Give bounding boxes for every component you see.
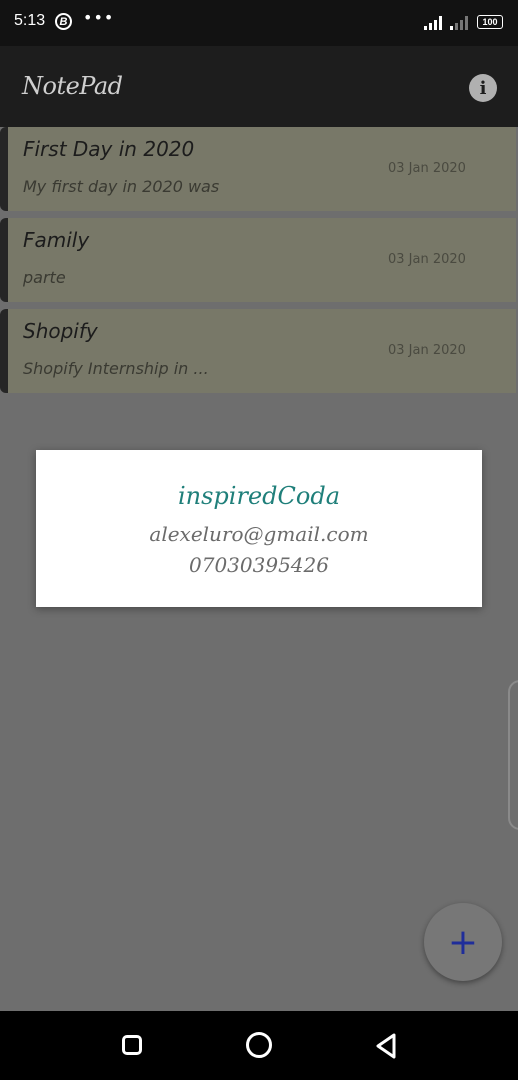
status-bar: 5:13 B ••• 100 [0,0,518,46]
app-bar: NotePad i [0,46,518,127]
note-card[interactable]: Family parte 03 Jan 2020 [0,218,516,302]
note-date: 03 Jan 2020 [388,161,466,176]
note-date: 03 Jan 2020 [388,252,466,267]
note-preview: My first day in 2020 was [23,177,220,196]
note-card[interactable]: Shopify Shopify Internship in ... 03 Jan… [0,309,516,393]
developer-email[interactable]: alexeluro@gmail.com [36,522,482,546]
more-notifications-icon: ••• [83,8,115,27]
signal-secondary-icon [450,16,470,30]
note-card[interactable]: First Day in 2020 My first day in 2020 w… [0,127,516,211]
add-note-button[interactable]: + [424,903,502,981]
note-date: 03 Jan 2020 [388,343,466,358]
back-icon[interactable] [374,1033,398,1059]
note-title: Shopify [23,319,98,343]
note-title: Family [23,228,90,252]
status-time: 5:13 [14,12,46,29]
home-icon[interactable] [246,1032,272,1058]
navigation-bar [0,1011,518,1080]
plus-icon: + [447,921,479,963]
b-badge-icon: B [55,13,72,30]
developer-name: inspiredCoda [177,482,340,510]
edge-panel-handle[interactable] [508,680,518,830]
developer-phone[interactable]: 07030395426 [36,553,482,577]
app-title: NotePad [22,72,123,100]
info-icon[interactable]: i [469,74,497,102]
battery-icon: 100 [477,15,503,29]
recent-apps-icon[interactable] [122,1035,142,1055]
note-title: First Day in 2020 [23,137,195,161]
signal-icon [424,16,444,30]
note-preview: parte [23,268,66,287]
note-preview: Shopify Internship in ... [23,359,209,378]
about-dialog: inspiredCoda alexeluro@gmail.com 0703039… [36,450,482,607]
